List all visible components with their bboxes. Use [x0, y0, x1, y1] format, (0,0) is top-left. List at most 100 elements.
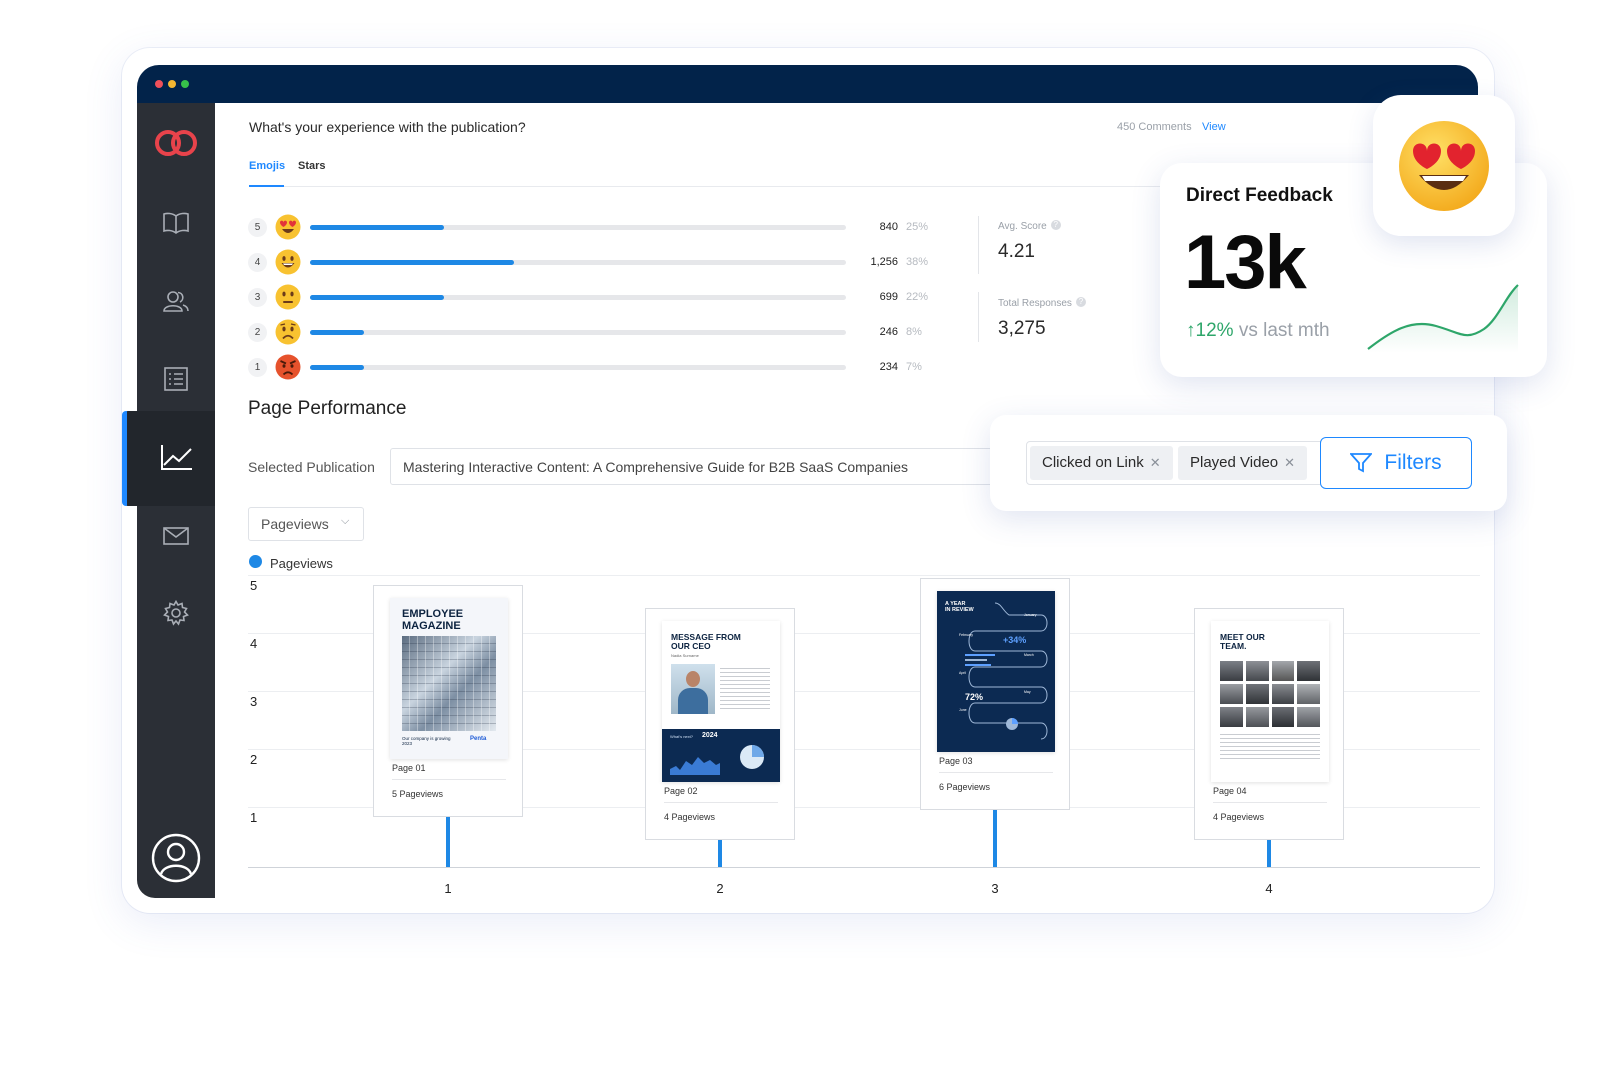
page-label: Page 02 — [664, 786, 698, 796]
arrow-up-icon: ↑ — [1186, 320, 1196, 341]
total-responses-label: Total Responses — [998, 298, 1072, 309]
close-icon[interactable]: ✕ — [1284, 455, 1295, 470]
page-card-3[interactable]: A YEAR IN REVIEW January February March A… — [920, 578, 1070, 810]
metric-dropdown[interactable]: Pageviews ⌵ — [248, 507, 364, 541]
page-thumbnail: MEET OUR TEAM. — [1211, 621, 1329, 782]
close-icon[interactable]: ✕ — [1150, 455, 1161, 470]
thumb-stat: +34% — [1003, 635, 1027, 645]
page-label: Page 04 — [1213, 786, 1247, 796]
card-divider — [1213, 802, 1327, 803]
funnel-icon — [1350, 453, 1373, 473]
app-stage: What's your experience with the publicat… — [0, 0, 1611, 1072]
rating-row-5: 5 840 25% — [248, 214, 928, 240]
publication-select-value: Mastering Interactive Content: A Compreh… — [403, 459, 909, 475]
page-views: 5 Pageviews — [392, 789, 444, 799]
change-suffix: vs last mth — [1238, 320, 1330, 341]
thumb-month: March — [1024, 653, 1034, 657]
thumb-box-text: What's next? — [670, 734, 693, 739]
active-indicator — [122, 411, 127, 506]
filter-chip-clicked-link[interactable]: Clicked on Link ✕ — [1030, 446, 1173, 480]
tab-emojis[interactable]: Emojis — [249, 160, 285, 172]
filter-chip-played-video[interactable]: Played Video ✕ — [1178, 446, 1308, 480]
x-tick-label: 3 — [991, 881, 999, 896]
window-titlebar — [137, 65, 1478, 103]
thumb-title-line: OUR CEO — [671, 641, 711, 651]
comments-count: 450 Comments — [1117, 121, 1192, 133]
maximize-dot[interactable] — [181, 80, 189, 88]
rating-bar — [310, 260, 846, 265]
mail-icon[interactable] — [137, 516, 215, 556]
close-dot[interactable] — [155, 80, 163, 88]
thumb-month: May — [1024, 690, 1031, 694]
thumb-footer-box: What's next? 2024 — [662, 729, 780, 782]
help-icon[interactable]: ? — [1075, 296, 1086, 307]
sidebar-item-analytics[interactable] — [122, 411, 226, 506]
change-percent: 12% — [1195, 320, 1234, 341]
rating-bar-fill — [310, 225, 444, 230]
feedback-question: What's your experience with the publicat… — [249, 119, 526, 135]
y-tick-label: 4 — [250, 636, 258, 651]
page-thumbnail: EMPLOYEE MAGAZINE Our company is growing 2… — [390, 598, 508, 759]
rating-bar-fill — [310, 295, 444, 300]
thumb-month: April — [959, 671, 967, 675]
page-card-2[interactable]: MESSAGE FROM OUR CEO Nadia Surname What's… — [645, 608, 795, 840]
thumb-year: 2023 — [402, 741, 413, 746]
angry-emoji-icon — [275, 354, 301, 380]
thumb-text-lines — [720, 665, 770, 709]
bar-page-1[interactable] — [446, 817, 450, 867]
neutral-emoji-icon — [275, 284, 301, 310]
heart-eyes-emoji-icon — [275, 214, 301, 240]
card-divider — [939, 772, 1053, 773]
thumb-foot: Our company is growing 2023 — [402, 736, 451, 746]
rating-percent: 8% — [906, 326, 922, 338]
legend-label: Pageviews — [270, 556, 333, 571]
settings-gear-icon[interactable] — [137, 593, 215, 633]
list-icon[interactable] — [137, 359, 215, 399]
rating-score: 5 — [248, 218, 267, 237]
chart-line-icon — [160, 443, 194, 478]
tab-stars[interactable]: Stars — [298, 160, 326, 172]
y-tick-label: 3 — [250, 694, 258, 709]
rating-bar — [310, 295, 846, 300]
bar-page-4[interactable] — [1267, 840, 1271, 867]
ceo-photo — [671, 664, 715, 714]
users-icon[interactable] — [137, 281, 215, 321]
rating-count: 699 — [879, 291, 898, 303]
view-comments-link[interactable]: View — [1202, 121, 1226, 133]
brand-logo[interactable] — [137, 123, 215, 163]
rating-score: 2 — [248, 323, 267, 342]
minimize-dot[interactable] — [168, 80, 176, 88]
direct-feedback-title: Direct Feedback — [1186, 185, 1333, 206]
frown-emoji-icon — [275, 319, 301, 345]
direct-feedback-value: 13k — [1184, 220, 1307, 305]
page-views: 6 Pageviews — [939, 782, 991, 792]
user-avatar-icon[interactable] — [137, 830, 215, 886]
team-photo-grid — [1220, 661, 1320, 727]
stats-divider — [978, 292, 979, 342]
y-tick-label: 5 — [250, 578, 258, 593]
bar-page-2[interactable] — [718, 840, 722, 867]
thumb-year: 2024 — [702, 732, 718, 739]
bar-page-3[interactable] — [993, 810, 997, 867]
thumb-title-line: TEAM. — [1220, 641, 1247, 651]
help-icon[interactable]: ? — [1050, 219, 1061, 230]
thumb-title-line: MAGAZINE — [402, 620, 461, 632]
publication-select[interactable]: Mastering Interactive Content: A Compreh… — [390, 448, 1010, 485]
page-card-4[interactable]: MEET OUR TEAM. Page 04 4 Pageviews — [1194, 608, 1344, 840]
filter-chip-label: Played Video — [1190, 454, 1279, 471]
smile-emoji-icon — [275, 249, 301, 275]
filters-button-label: Filters — [1384, 451, 1442, 474]
page-card-1[interactable]: EMPLOYEE MAGAZINE Our company is growing 2… — [373, 585, 523, 817]
page-label: Page 01 — [392, 763, 426, 773]
filters-button[interactable]: Filters — [1320, 437, 1472, 489]
rating-row-1: 1 234 7% — [248, 354, 928, 380]
book-icon[interactable] — [137, 203, 215, 243]
rating-score: 1 — [248, 358, 267, 377]
y-tick-label: 1 — [250, 810, 258, 825]
avg-score-value: 4.21 — [998, 241, 1035, 262]
card-divider — [392, 779, 506, 780]
rating-bar-fill — [310, 365, 364, 370]
avg-score-label-row: Avg. Score? — [998, 216, 1061, 234]
rating-count: 234 — [879, 361, 898, 373]
thumb-title: EMPLOYEE MAGAZINE — [402, 608, 463, 632]
